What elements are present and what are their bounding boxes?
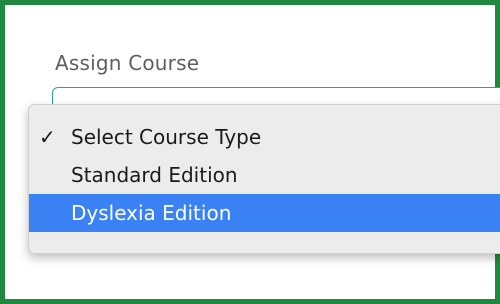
checkmark-icon: ✓ (39, 125, 56, 149)
option-standard-edition[interactable]: Standard Edition (29, 156, 500, 194)
option-label: Select Course Type (71, 125, 262, 149)
option-label: Standard Edition (71, 163, 238, 187)
option-select-course-type[interactable]: ✓ Select Course Type (29, 118, 500, 156)
course-type-dropdown-menu: ✓ Select Course Type Standard Edition Dy… (28, 104, 500, 254)
screenshot-frame: Assign Course ✓ Select Course Type Stand… (0, 0, 500, 304)
option-dyslexia-edition[interactable]: Dyslexia Edition (29, 194, 500, 232)
assign-course-label: Assign Course (55, 51, 200, 75)
option-label: Dyslexia Edition (71, 201, 232, 225)
